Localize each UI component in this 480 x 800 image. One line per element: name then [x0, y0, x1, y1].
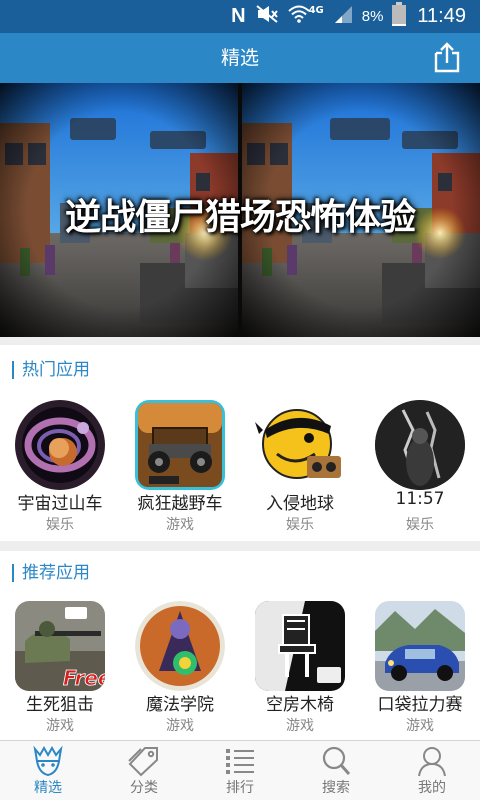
app-category: 游戏: [166, 718, 194, 734]
app-name: 口袋拉力赛: [377, 695, 463, 715]
app-category: 游戏: [406, 718, 434, 734]
user-icon: [418, 747, 446, 777]
share-icon: [434, 42, 460, 73]
clock: 11:49: [417, 4, 466, 27]
banner-title: 逆战僵尸猎场恐怖体验: [64, 197, 416, 238]
nav-tab-search[interactable]: 搜索: [288, 741, 384, 800]
app-name: 空房木椅: [266, 695, 334, 715]
app-bar: 精选: [0, 33, 480, 83]
section-title: 热门应用: [22, 360, 90, 380]
signal-icon: [333, 4, 353, 28]
app-card-offroad-car[interactable]: 疯狂越野车 游戏: [120, 396, 240, 536]
app-card-sniper[interactable]: Free 生死狙击 游戏: [0, 597, 120, 737]
app-card-pocket-rally[interactable]: 口袋拉力赛 游戏: [360, 597, 480, 737]
nav-label: 精选: [34, 780, 62, 796]
nav-tab-featured[interactable]: 精选: [0, 741, 96, 800]
app-card-invade-earth[interactable]: 入侵地球 娱乐: [240, 396, 360, 536]
chair-icon: [255, 601, 345, 691]
recommended-apps-row: Free 生死狙击 游戏 魔法学院 游戏: [0, 597, 480, 737]
status-bar: N 4G 8% 11:49: [0, 0, 480, 33]
rally-car-icon: [375, 601, 465, 691]
nav-label: 搜索: [322, 780, 350, 796]
nav-tab-mine[interactable]: 我的: [384, 741, 480, 800]
wifi-icon: [287, 5, 310, 27]
battery-icon: [392, 2, 407, 30]
app-card-magic-academy[interactable]: 魔法学院 游戏: [120, 597, 240, 737]
section-header-recommended: 推荐应用: [0, 553, 480, 593]
nav-tab-category[interactable]: 分类: [96, 741, 192, 800]
app-card-empty-room-chair[interactable]: 空房木椅 游戏: [240, 597, 360, 737]
sniper-icon: Free: [15, 601, 105, 691]
app-card-space-coaster[interactable]: 宇宙过山车 娱乐: [0, 396, 120, 536]
section-accent-bar: [12, 361, 14, 379]
share-button[interactable]: [430, 41, 464, 75]
section-accent-bar: [12, 564, 14, 582]
bottom-navigation: 精选 分类 排行 搜索 我的: [0, 740, 480, 800]
nav-label: 分类: [130, 780, 158, 796]
section-header-hot: 热门应用: [0, 350, 480, 390]
search-icon: [322, 746, 351, 775]
app-name: 疯狂越野车: [137, 494, 223, 514]
app-card-1157[interactable]: 11:57 娱乐: [360, 396, 480, 536]
app-name: 生死狙击: [26, 695, 94, 715]
app-category: 游戏: [166, 517, 194, 533]
section-title: 推荐应用: [22, 563, 90, 583]
app-name: 11:57: [395, 489, 445, 509]
section-divider: [0, 541, 480, 551]
svg-text:Free: Free: [63, 666, 105, 690]
dark-figure-icon: [375, 400, 465, 490]
tag-icon: [128, 747, 158, 777]
nfc-icon: N: [231, 4, 246, 27]
featured-icon: [33, 745, 63, 777]
pirate-smiley-icon: [255, 400, 345, 490]
app-category: 游戏: [46, 718, 74, 734]
wizard-icon: [135, 601, 225, 691]
list-icon: [226, 749, 254, 774]
offroad-car-icon: [135, 400, 225, 490]
nav-label: 我的: [418, 780, 446, 796]
app-category: 游戏: [286, 718, 314, 734]
hot-apps-row: 宇宙过山车 娱乐 疯狂越野车 游戏 入侵地球 娱乐 11:57 娱乐: [0, 396, 480, 536]
mute-icon: [255, 4, 279, 28]
page-title: 精选: [220, 47, 259, 69]
nav-tab-ranking[interactable]: 排行: [192, 741, 288, 800]
app-category: 娱乐: [286, 517, 314, 533]
app-category: 娱乐: [46, 517, 74, 533]
app-category: 娱乐: [406, 517, 434, 533]
battery-percent: 8%: [361, 7, 384, 25]
network-type: 4G: [308, 4, 324, 16]
nav-label: 排行: [226, 780, 254, 796]
featured-banner[interactable]: 逆战僵尸猎场恐怖体验: [0, 83, 480, 337]
app-name: 魔法学院: [146, 695, 214, 715]
app-name: 宇宙过山车: [17, 494, 103, 514]
section-divider: [0, 337, 480, 345]
space-coaster-icon: [15, 400, 105, 490]
app-name: 入侵地球: [266, 494, 334, 514]
